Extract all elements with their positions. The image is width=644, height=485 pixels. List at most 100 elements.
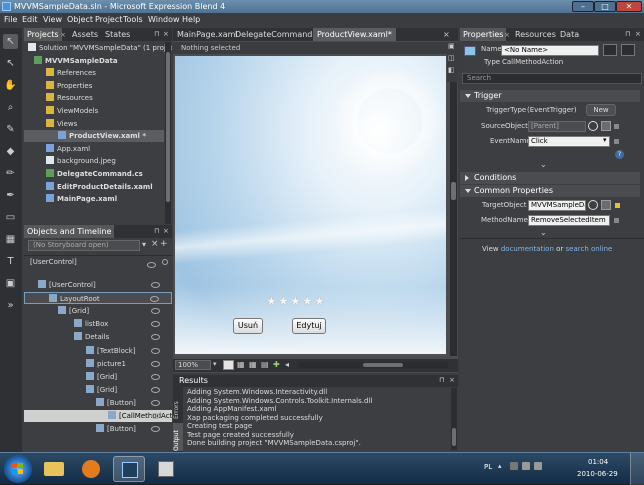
close-tab-icon[interactable]: × (504, 31, 510, 39)
documentation-link[interactable]: documentation (501, 245, 554, 253)
properties-toggle-icon[interactable] (621, 44, 635, 56)
scroll-thumb[interactable] (166, 52, 170, 202)
language-indicator[interactable]: PL (484, 463, 492, 471)
panel-close-icon[interactable]: × (163, 30, 169, 38)
trigger-section-header[interactable]: Trigger (460, 90, 640, 102)
user-control-surface[interactable]: ★★★★★ Usuń Edytuj (175, 56, 446, 354)
snap-grid-icon[interactable]: ▦ (249, 360, 257, 369)
eye-icon[interactable] (151, 282, 160, 288)
project-item[interactable]: ProductView.xaml * (24, 130, 164, 143)
annotations-icon[interactable]: ✚ (273, 360, 280, 369)
edit-button[interactable]: Edytuj (292, 318, 326, 334)
direct-selection-tool-icon[interactable]: ↖ (3, 56, 18, 71)
start-button[interactable] (4, 455, 32, 483)
control-tool-icon[interactable]: ▣ (3, 276, 18, 291)
fx-toggle-icon[interactable] (223, 360, 234, 370)
rating-stars[interactable]: ★★★★★ (266, 295, 328, 307)
zoom-combobox[interactable]: 100% (175, 360, 211, 370)
network-icon[interactable] (510, 462, 518, 470)
grid-toggle-icon[interactable]: ▦ (237, 360, 245, 369)
menu-window[interactable]: Window (148, 13, 180, 27)
projects-scrollbar[interactable] (165, 42, 171, 224)
star-icon[interactable]: ★ (302, 295, 314, 307)
target-picker-icon[interactable] (588, 200, 598, 210)
tab-states[interactable]: States (102, 28, 133, 41)
pin-icon[interactable]: ◂ (285, 360, 289, 369)
eye-icon[interactable] (151, 308, 160, 315)
menu-view[interactable]: View (43, 13, 62, 27)
menu-tools[interactable]: Tools (123, 13, 143, 27)
menu-edit[interactable]: Edit (22, 13, 38, 27)
project-item[interactable]: MVVMSampleData (24, 55, 164, 67)
object-tree-item[interactable]: [UserControl] (24, 279, 172, 291)
menu-object[interactable]: Object (67, 13, 93, 27)
tab-document[interactable]: ProductView.xaml* (313, 28, 396, 41)
eye-icon[interactable] (151, 347, 160, 354)
results-scrollbar[interactable] (451, 388, 457, 450)
eye-icon[interactable] (151, 413, 160, 419)
star-icon[interactable]: ★ (314, 295, 326, 307)
show-desktop-button[interactable] (630, 453, 644, 485)
project-item[interactable]: Views (24, 118, 164, 130)
pencil-tool-icon[interactable]: ✏ (3, 166, 18, 181)
eye-icon[interactable] (151, 426, 160, 433)
advanced-options-icon[interactable] (614, 139, 619, 144)
menu-file[interactable]: File (4, 13, 17, 27)
eye-icon[interactable] (147, 262, 156, 268)
project-item[interactable]: Properties (24, 80, 164, 92)
new-trigger-button[interactable]: New (586, 104, 616, 116)
zoom-tool-icon[interactable]: ⌕ (3, 100, 18, 115)
panel-close-icon[interactable]: × (449, 376, 455, 384)
events-toggle-icon[interactable] (603, 44, 617, 56)
project-item[interactable]: App.xaml (24, 143, 164, 155)
storyboard-dropdown-icon[interactable]: ▾ (142, 240, 146, 249)
minimize-button[interactable]: – (572, 1, 594, 12)
artboard-vscroll[interactable] (450, 56, 457, 356)
selection-tool-icon[interactable]: ↖ (3, 34, 18, 49)
eye-icon[interactable] (151, 321, 160, 328)
zoom-dropdown-icon[interactable]: ▾ (213, 360, 217, 368)
star-icon[interactable]: ★ (278, 295, 290, 307)
object-tree-item[interactable]: Details (24, 331, 172, 343)
star-icon[interactable]: ★ (266, 295, 278, 307)
tab-projects[interactable]: Projects (24, 28, 62, 41)
close-document-icon[interactable]: × (443, 30, 450, 39)
maximize-button[interactable]: □ (594, 1, 616, 12)
object-tree-item[interactable]: [CallMethodAction] (24, 410, 172, 422)
taskbar-media-player[interactable] (75, 456, 107, 482)
lock-icon[interactable] (162, 259, 168, 265)
object-tree-item[interactable]: picture1 (24, 358, 172, 370)
object-tree-item[interactable]: [Grid] (24, 371, 172, 383)
target-object-field[interactable]: MVVMSampleDat (528, 200, 586, 211)
source-object-field[interactable]: [Parent] (528, 121, 586, 132)
advanced-options-icon[interactable] (614, 218, 619, 223)
project-item[interactable]: ViewModels (24, 105, 164, 117)
object-tree-item[interactable]: [Grid] (24, 305, 172, 317)
scroll-thumb[interactable] (451, 182, 456, 200)
advanced-options-icon[interactable] (615, 203, 620, 208)
eye-icon[interactable] (151, 334, 160, 341)
object-tree-item[interactable]: [Grid] (24, 384, 172, 396)
name-field[interactable]: <No Name> (501, 45, 599, 56)
star-icon[interactable]: ★ (290, 295, 302, 307)
scroll-thumb[interactable] (452, 428, 456, 446)
common-properties-section-header[interactable]: Common Properties (460, 185, 640, 197)
tab-properties[interactable]: Properties (460, 28, 507, 41)
conditions-section-header[interactable]: Conditions (460, 172, 640, 184)
panel-close-icon[interactable]: × (163, 227, 169, 235)
eye-icon[interactable] (151, 399, 160, 406)
element-picker-icon[interactable] (601, 200, 611, 210)
tab-resources[interactable]: Resources (512, 28, 559, 41)
eye-icon[interactable] (150, 296, 159, 303)
clock-time[interactable]: 01:04 (588, 458, 608, 466)
object-tree-item[interactable]: [TextBlock] (24, 345, 172, 357)
element-picker-icon[interactable] (601, 121, 611, 131)
rectangle-tool-icon[interactable]: ▭ (3, 210, 18, 225)
tab-errors[interactable]: Errors (173, 391, 183, 419)
target-picker-icon[interactable] (588, 121, 598, 131)
eyedropper-tool-icon[interactable]: ✎ (3, 122, 18, 137)
event-name-select[interactable]: Click (528, 136, 610, 147)
delete-button[interactable]: Usuń (233, 318, 263, 334)
tab-assets[interactable]: Assets (69, 28, 101, 41)
tab-output[interactable]: Output (173, 423, 183, 451)
